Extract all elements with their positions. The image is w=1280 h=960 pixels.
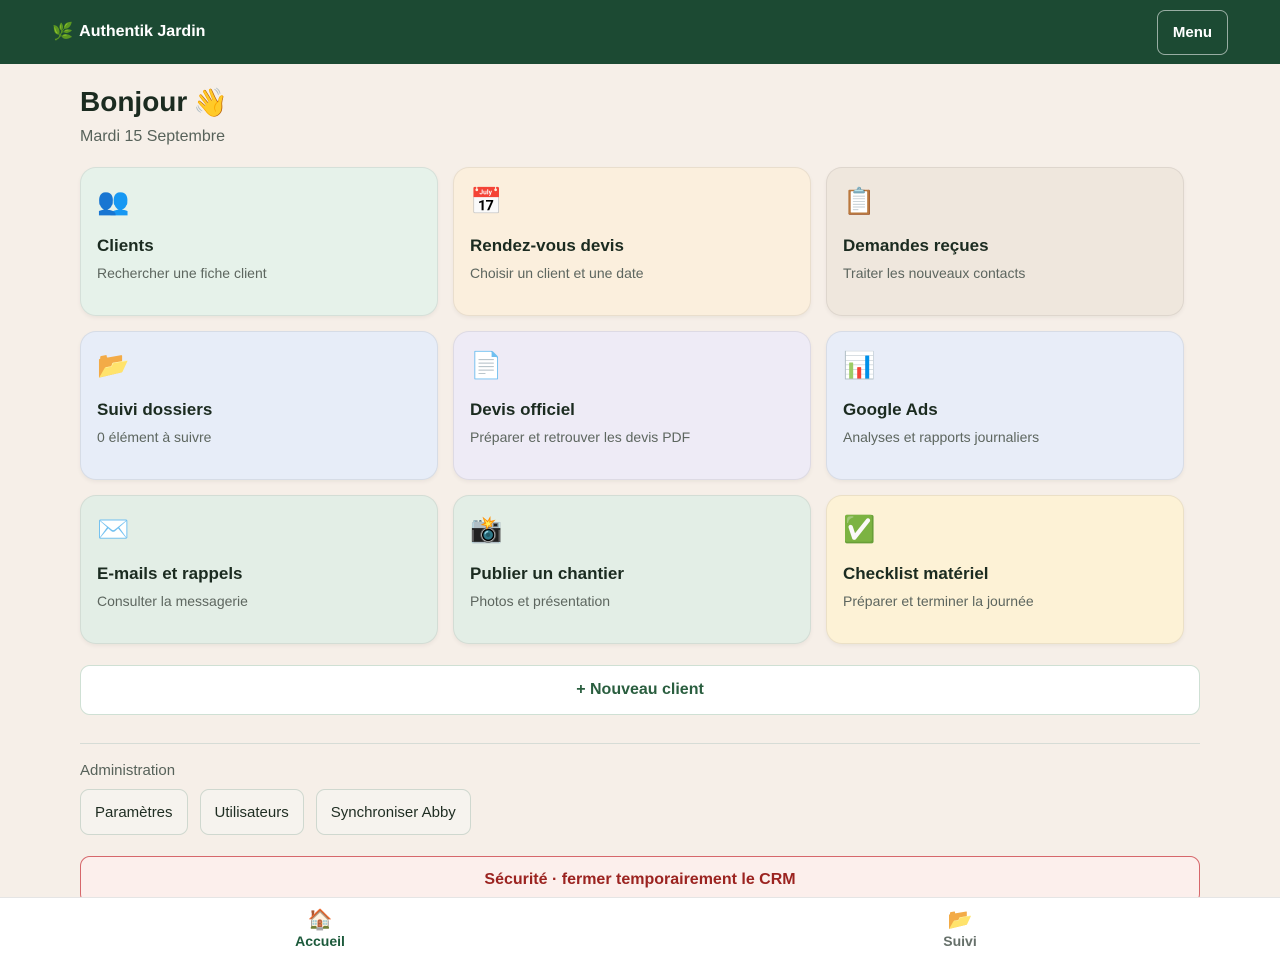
envelope-icon: ✉️ xyxy=(97,514,130,544)
shortcut-grid: 👥 Clients Rechercher une fiche client 📅 … xyxy=(80,167,1200,644)
card-subtitle: Choisir un client et une date xyxy=(470,265,644,281)
house-icon: 🏠 xyxy=(307,909,333,931)
card-title: Checklist matériel xyxy=(843,564,989,583)
card-title: Publier un chantier xyxy=(470,564,624,583)
card-title: Rendez-vous devis xyxy=(470,236,624,255)
card-rendez-vous-devis[interactable]: 📅 Rendez-vous devis Choisir un client et… xyxy=(453,167,811,316)
card-title: Demandes reçues xyxy=(843,236,989,255)
card-subtitle: Rechercher une fiche client xyxy=(97,265,267,281)
bottom-navigation: 🏠 Accueil 📂 Suivi xyxy=(0,897,1280,960)
nav-label: Suivi xyxy=(943,933,977,949)
document-icon: 📄 xyxy=(470,350,503,380)
waving-hand-icon: 👋 xyxy=(193,86,229,118)
card-publier-chantier[interactable]: 📸 Publier un chantier Photos et présenta… xyxy=(453,495,811,644)
clipboard-icon: 📋 xyxy=(843,186,876,216)
nav-item-suivi[interactable]: 📂 Suivi xyxy=(640,898,1280,960)
menu-button[interactable]: Menu xyxy=(1157,9,1228,55)
sync-abby-button[interactable]: Synchroniser Abby xyxy=(315,789,471,835)
main-content: Bonjour 👋 Mardi 15 Septembre 👥 Clients R… xyxy=(80,64,1200,904)
card-title: E-mails et rappels xyxy=(97,564,243,583)
card-title: Google Ads xyxy=(843,400,938,419)
card-subtitle: 0 élément à suivre xyxy=(97,429,212,445)
current-date: Mardi 15 Septembre xyxy=(80,128,225,145)
card-title: Devis officiel xyxy=(470,400,575,419)
card-subtitle: Préparer et retrouver les devis PDF xyxy=(470,429,691,445)
card-clients[interactable]: 👥 Clients Rechercher une fiche client xyxy=(80,167,438,316)
users-button[interactable]: Utilisateurs xyxy=(199,789,304,835)
section-divider xyxy=(80,743,1200,744)
open-folder-icon: 📂 xyxy=(947,909,973,931)
card-google-ads[interactable]: 📊 Google Ads Analyses et rapports journa… xyxy=(826,331,1184,480)
admin-buttons: Paramètres Utilisateurs Synchroniser Abb… xyxy=(80,789,1200,835)
card-emails-rappels[interactable]: ✉️ E-mails et rappels Consulter la messa… xyxy=(80,495,438,644)
greeting-text: Bonjour xyxy=(80,86,188,117)
nav-item-accueil[interactable]: 🏠 Accueil xyxy=(0,898,640,960)
card-suivi-dossiers[interactable]: 📂 Suivi dossiers 0 élément à suivre xyxy=(80,331,438,480)
card-subtitle: Traiter les nouveaux contacts xyxy=(843,265,1026,281)
bar-chart-icon: 📊 xyxy=(843,350,876,380)
card-demandes-recues[interactable]: 📋 Demandes reçues Traiter les nouveaux c… xyxy=(826,167,1184,316)
check-mark-icon: ✅ xyxy=(843,514,876,544)
card-title: Suivi dossiers xyxy=(97,400,213,419)
open-folder-icon: 📂 xyxy=(97,350,130,380)
nav-label: Accueil xyxy=(295,933,345,949)
new-client-button[interactable]: + Nouveau client xyxy=(80,665,1200,715)
people-icon: 👥 xyxy=(97,186,130,216)
card-subtitle: Analyses et rapports journaliers xyxy=(843,429,1040,445)
settings-button[interactable]: Paramètres xyxy=(80,789,188,835)
page-title: Bonjour 👋 xyxy=(80,86,1200,118)
card-title: Clients xyxy=(97,236,154,255)
card-devis-officiel[interactable]: 📄 Devis officiel Préparer et retrouver l… xyxy=(453,331,811,480)
card-subtitle: Consulter la messagerie xyxy=(97,593,248,609)
camera-flash-icon: 📸 xyxy=(470,514,503,544)
brand-name: Authentik Jardin xyxy=(79,23,206,40)
card-checklist-materiel[interactable]: ✅ Checklist matériel Préparer et termine… xyxy=(826,495,1184,644)
card-subtitle: Préparer et terminer la journée xyxy=(843,593,1034,609)
administration-label: Administration xyxy=(80,762,176,779)
card-subtitle: Photos et présentation xyxy=(470,593,611,609)
top-bar: 🌿 Authentik Jardin Menu xyxy=(0,0,1280,64)
brand[interactable]: 🌿 Authentik Jardin xyxy=(52,22,205,42)
leaf-icon: 🌿 xyxy=(52,22,74,41)
calendar-icon: 📅 xyxy=(470,186,503,216)
